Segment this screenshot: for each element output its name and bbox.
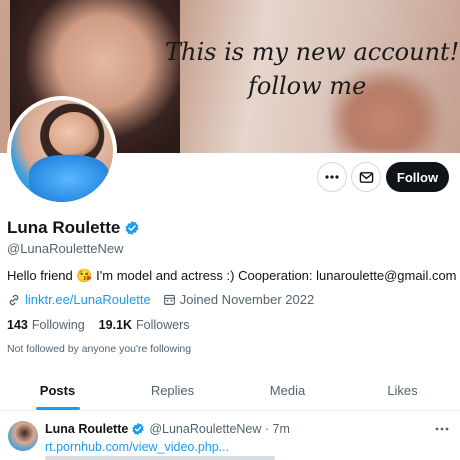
joined-date: Joined November 2022	[163, 292, 314, 307]
tweet-more-button[interactable]	[434, 421, 450, 442]
mail-icon	[359, 171, 373, 183]
profile-tabs: Posts Replies Media Likes	[0, 370, 460, 411]
avatar-blue-fur	[29, 155, 109, 202]
profile-bio: Hello friend 😘 I'm model and actress :) …	[7, 268, 457, 283]
verified-badge-icon	[132, 422, 145, 436]
joined-text: Joined November 2022	[179, 292, 315, 307]
profile-avatar[interactable]	[7, 96, 117, 206]
banner-text-line2: follow me	[248, 72, 367, 100]
tweet-header: Luna Roulette @LunaRouletteNew · 7m	[45, 422, 290, 436]
following-count: 143	[7, 318, 28, 332]
tweet-author-name[interactable]: Luna Roulette	[45, 422, 128, 436]
tweet-link[interactable]: rt.pornhub.com/view_video.php...	[45, 440, 229, 454]
tab-likes[interactable]: Likes	[345, 370, 460, 410]
profile-meta: linktr.ee/LunaRoulette Joined November 2…	[7, 292, 314, 307]
calendar-icon	[163, 294, 175, 305]
tab-media[interactable]: Media	[230, 370, 345, 410]
more-icon	[325, 175, 339, 179]
tweet-avatar[interactable]	[8, 421, 38, 451]
tab-posts[interactable]: Posts	[0, 370, 115, 410]
more-options-button[interactable]	[317, 162, 347, 192]
avatar-face	[49, 112, 99, 157]
tweet-handle-time[interactable]: @LunaRouletteNew · 7m	[149, 422, 290, 436]
follow-counts: 143 Following 19.1K Followers	[7, 318, 204, 332]
message-button[interactable]	[351, 162, 381, 192]
followers-count: 19.1K	[98, 318, 133, 332]
profile-website-link[interactable]: linktr.ee/LunaRoulette	[25, 292, 151, 307]
not-followed-notice: Not followed by anyone you're following	[7, 343, 192, 355]
profile-name: Luna Roulette	[7, 218, 121, 237]
follow-button[interactable]: Follow	[386, 162, 449, 192]
following-label: Following	[31, 318, 85, 332]
link-icon	[9, 294, 19, 305]
followers-link[interactable]: 19.1K Followers	[99, 318, 190, 332]
banner-text-line1: This is my new account!	[165, 38, 460, 66]
tweet-text-cutoff	[45, 456, 275, 460]
followers-label: Followers	[136, 318, 190, 332]
profile-handle: @LunaRouletteNew	[7, 241, 124, 256]
tab-replies[interactable]: Replies	[115, 370, 230, 410]
following-link[interactable]: 143 Following	[7, 318, 85, 332]
verified-badge-icon[interactable]	[124, 220, 140, 236]
more-icon	[435, 427, 449, 431]
profile-name-row: Luna Roulette	[7, 218, 140, 238]
